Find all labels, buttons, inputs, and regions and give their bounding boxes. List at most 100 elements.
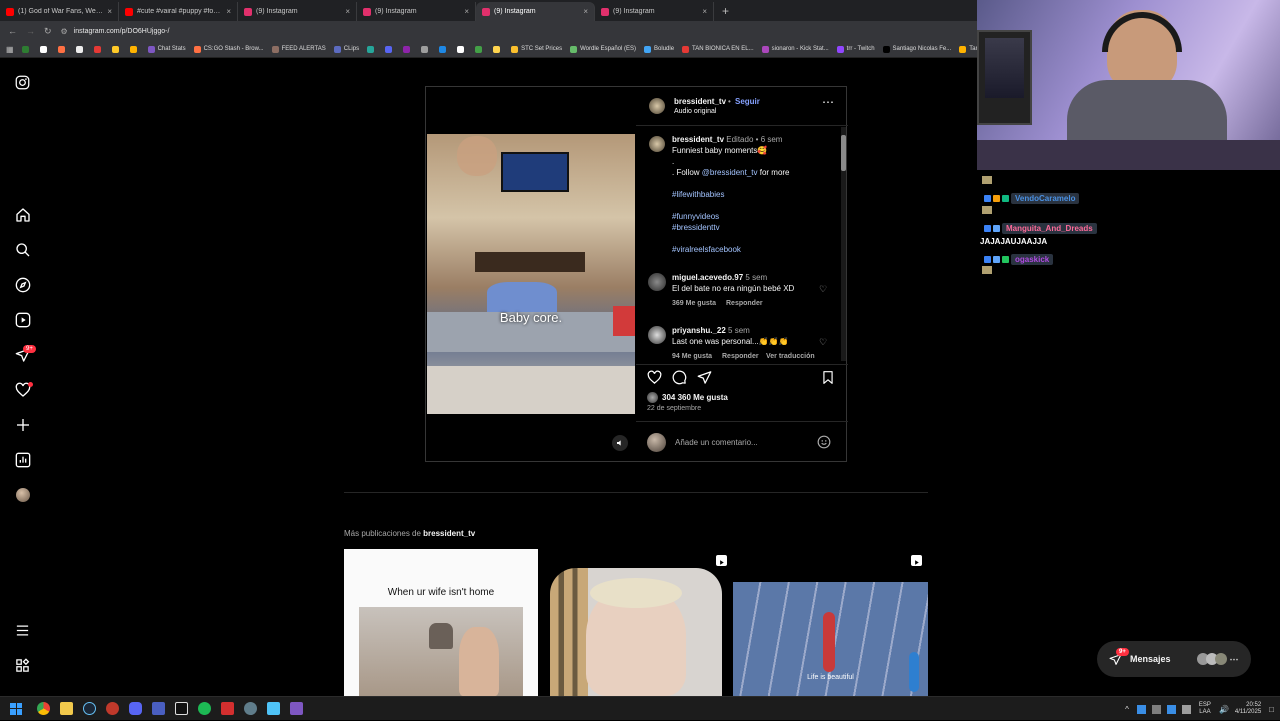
bookmark-item[interactable]: [39, 45, 50, 53]
close-tab-icon[interactable]: ×: [583, 7, 588, 16]
create-icon[interactable]: [14, 416, 31, 433]
app-icon[interactable]: [221, 702, 234, 715]
file-explorer-icon[interactable]: [60, 702, 73, 715]
bookmark-item[interactable]: sionaron - Kick Stat...: [761, 45, 829, 53]
author-avatar[interactable]: [649, 98, 665, 114]
reel-video[interactable]: Baby core.: [427, 134, 635, 414]
browser-tab[interactable]: (9) Instagram ×: [595, 2, 714, 21]
notifications-bell-icon[interactable]: □: [1269, 705, 1274, 714]
comment-username[interactable]: priyanshu._22: [672, 326, 726, 335]
browser-tab[interactable]: (1) God of War Fans, We Got S...×: [0, 2, 119, 21]
bookmark-item[interactable]: [475, 45, 485, 53]
emoji-icon[interactable]: [817, 435, 831, 454]
author-username[interactable]: bressident_tv: [674, 97, 726, 106]
follow-button[interactable]: Seguir: [735, 97, 760, 106]
post-thumbnail[interactable]: When ur wife isn't home: [344, 549, 538, 696]
comment-like-icon[interactable]: ♡: [819, 337, 827, 348]
search-icon[interactable]: [14, 241, 31, 258]
tray-icon[interactable]: [1136, 704, 1146, 714]
also-from-meta-icon[interactable]: [14, 657, 31, 674]
post-thumbnail[interactable]: Life is beautiful: [733, 549, 928, 696]
more-posts-username[interactable]: bressident_tv: [423, 529, 475, 538]
see-translation-button[interactable]: Ver traducción: [766, 353, 815, 360]
bookmark-item[interactable]: Tanuki S: [959, 45, 977, 53]
tray-icon[interactable]: [1181, 704, 1191, 714]
bookmark-item[interactable]: TAN BIONICA EN EL...: [682, 45, 754, 53]
bookmark-item[interactable]: [439, 45, 449, 53]
comment-like-icon[interactable]: ♡: [819, 284, 827, 295]
bookmark-item[interactable]: [385, 45, 395, 53]
bookmark-item[interactable]: [57, 45, 68, 53]
app-icon[interactable]: [106, 702, 119, 715]
new-tab-button[interactable]: +: [714, 2, 737, 21]
comment-likes[interactable]: 369 Me gusta: [672, 300, 716, 307]
discord-icon[interactable]: [129, 702, 142, 715]
hashtag-link[interactable]: #lifewithbabies: [672, 189, 838, 200]
bookmark-item[interactable]: [93, 45, 104, 53]
bookmark-item[interactable]: Santiago Nicolas Fe...: [882, 45, 951, 53]
reels-icon[interactable]: [14, 311, 31, 328]
profile-avatar[interactable]: [14, 486, 31, 503]
browser-tab[interactable]: (9) Instagram ×: [357, 2, 476, 21]
bookmark-item[interactable]: Wordle Español (ES): [570, 45, 636, 53]
language-indicator[interactable]: ESP LAA: [1199, 702, 1211, 716]
bookmark-item[interactable]: [21, 45, 32, 53]
chrome-icon[interactable]: [37, 702, 50, 715]
tray-icon[interactable]: [1151, 704, 1161, 714]
capcut-icon[interactable]: [175, 702, 188, 715]
browser-tab[interactable]: (9) Instagram ×: [238, 2, 357, 21]
messages-pill[interactable]: 9+ Mensajes ⋯: [1097, 641, 1251, 677]
caption-username[interactable]: bressident_tv: [672, 135, 724, 144]
bookmark-item[interactable]: [457, 45, 467, 53]
browser-tab[interactable]: #cute #vairal #puppy #foryou ×: [119, 2, 238, 21]
bookmark-item[interactable]: CS:GO Stash - Brow...: [193, 45, 264, 53]
comment-reply-button[interactable]: Responder: [726, 300, 763, 307]
comment-input[interactable]: Añade un comentario...: [675, 438, 758, 447]
close-tab-icon[interactable]: ×: [702, 7, 707, 16]
chat-username[interactable]: VendoCaramelo: [1011, 193, 1080, 204]
hashtag-link[interactable]: #viralreelsfacebook: [672, 244, 838, 255]
forward-icon[interactable]: →: [26, 26, 35, 36]
url-field[interactable]: instagram.com/p/DO6HUjggo-/: [74, 28, 170, 35]
back-icon[interactable]: ←: [8, 26, 17, 36]
bookmark-item[interactable]: Chat Stats: [147, 45, 186, 53]
save-icon[interactable]: [821, 370, 835, 390]
like-icon[interactable]: [647, 370, 662, 390]
settings-icon[interactable]: [244, 702, 257, 715]
chat-username[interactable]: ogaskick: [1011, 254, 1054, 265]
commenter-avatar[interactable]: [648, 273, 666, 291]
home-icon[interactable]: [14, 206, 31, 223]
menu-icon[interactable]: [14, 622, 31, 639]
tray-icon[interactable]: [1166, 704, 1176, 714]
bookmark-item[interactable]: [421, 45, 431, 53]
app-icon[interactable]: [267, 702, 280, 715]
share-icon[interactable]: [697, 370, 712, 390]
app-icon[interactable]: [290, 702, 303, 715]
caption-avatar[interactable]: [649, 136, 665, 152]
steam-icon[interactable]: [83, 702, 96, 715]
apps-grid-icon[interactable]: ▦: [6, 45, 14, 54]
bookmark-item[interactable]: [111, 45, 122, 53]
instagram-logo-icon[interactable]: [14, 74, 31, 91]
comment-likes[interactable]: 94 Me gusta: [672, 353, 712, 360]
bookmark-item[interactable]: [75, 45, 86, 53]
caption-mention[interactable]: @bressident_tv: [702, 168, 758, 177]
likes-count[interactable]: 304 360 Me gusta: [662, 393, 728, 402]
chat-username[interactable]: Manguita_And_Dreads: [1002, 223, 1097, 234]
hashtag-link[interactable]: #bressidenttv: [672, 222, 838, 233]
app-icon[interactable]: [152, 702, 165, 715]
show-hidden-icons-icon[interactable]: ^: [1125, 705, 1129, 714]
comment-icon[interactable]: [672, 370, 687, 390]
bookmark-item[interactable]: Boludle: [644, 45, 674, 53]
bookmark-item[interactable]: [493, 45, 503, 53]
bookmark-item[interactable]: [403, 45, 413, 53]
close-tab-icon[interactable]: ×: [107, 7, 112, 16]
audio-label[interactable]: Audio original: [674, 108, 716, 115]
dashboard-icon[interactable]: [14, 451, 31, 468]
explore-icon[interactable]: [14, 276, 31, 293]
bookmark-item[interactable]: [367, 45, 377, 53]
bookmark-item[interactable]: FEED ALERTAS: [271, 45, 326, 53]
hashtag-link[interactable]: #funnyvideos: [672, 211, 838, 222]
post-thumbnail[interactable]: [550, 549, 722, 696]
bookmark-item[interactable]: trr - Twitch: [836, 45, 875, 53]
